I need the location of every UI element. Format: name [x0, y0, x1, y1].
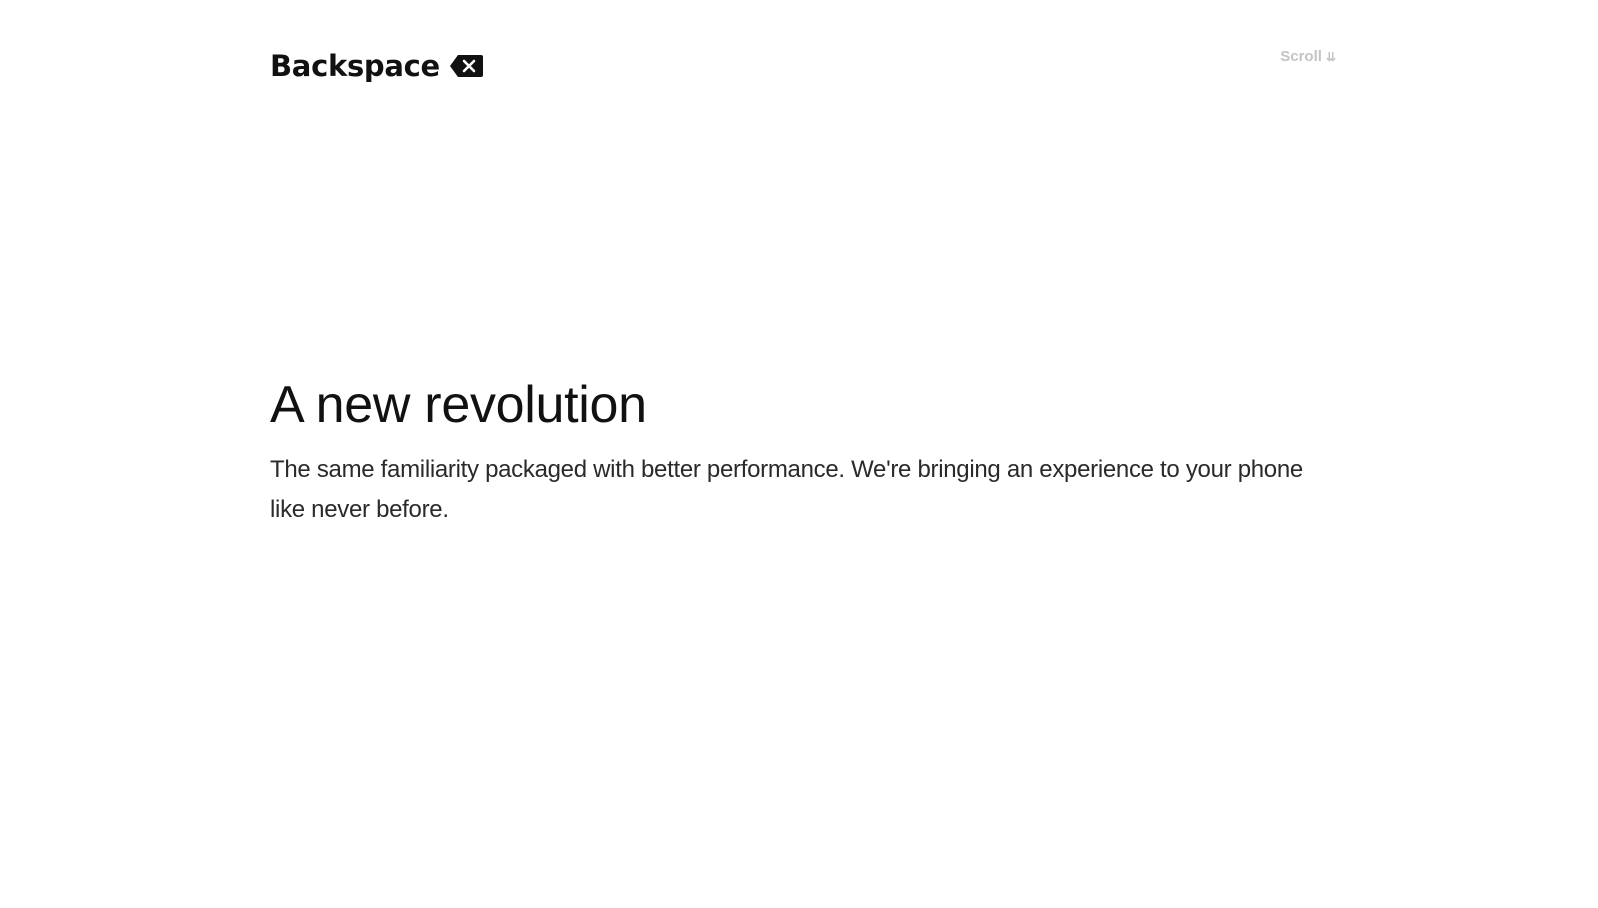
logo-text: Backspace — [270, 48, 440, 83]
double-chevron-down-icon: ⇊ — [1325, 49, 1336, 64]
page: Backspace Scroll ⇊ A new revolution The … — [0, 0, 1598, 908]
hero-subtitle: The same familiarity packaged with bette… — [270, 456, 1303, 523]
scroll-link[interactable]: Scroll ⇊ — [1280, 48, 1336, 65]
hero-title: A new revolution — [270, 376, 647, 434]
backspace-key-icon — [449, 55, 483, 77]
site-header: Backspace Scroll ⇊ — [270, 44, 1336, 88]
logo-link[interactable]: Backspace — [270, 44, 484, 88]
hero-section: A new revolution The same familiarity pa… — [270, 374, 1336, 530]
scroll-label: Scroll — [1280, 48, 1322, 65]
